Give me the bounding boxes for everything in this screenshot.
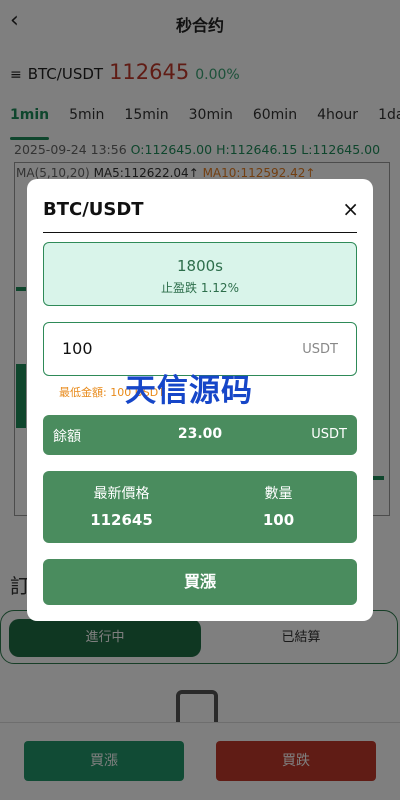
quantity-label: 數量 — [264, 486, 293, 502]
balance-value: 23.00 — [177, 426, 223, 442]
amount-unit: USDT — [302, 342, 338, 357]
balance-bar: 餘額 23.00 USDT — [43, 415, 357, 455]
quantity-value: 100 — [262, 511, 295, 529]
watermark-text: 天信源码 — [125, 373, 253, 409]
duration-value: 1800s — [177, 257, 223, 275]
modal-divider — [43, 232, 357, 233]
submit-buy-up-button[interactable]: 買漲 — [43, 559, 357, 605]
latest-price-value: 112645 — [90, 511, 153, 529]
quantity-col: 數量 100 — [200, 483, 357, 529]
latest-price-col: 最新價格 112645 — [43, 483, 200, 529]
order-info-card: 最新價格 112645 數量 100 — [43, 471, 357, 543]
duration-option[interactable]: 1800s 止盈跌 1.12% — [43, 242, 357, 306]
modal-title: BTC/USDT — [43, 199, 144, 220]
order-modal: BTC/USDT × 1800s 止盈跌 1.12% USDT 最低金額: 10… — [27, 179, 373, 621]
close-icon[interactable]: × — [342, 197, 359, 221]
duration-rate: 止盈跌 1.12% — [161, 281, 239, 295]
latest-price-label: 最新價格 — [93, 486, 150, 502]
balance-unit: USDT — [311, 427, 347, 442]
amount-input[interactable] — [62, 339, 262, 358]
